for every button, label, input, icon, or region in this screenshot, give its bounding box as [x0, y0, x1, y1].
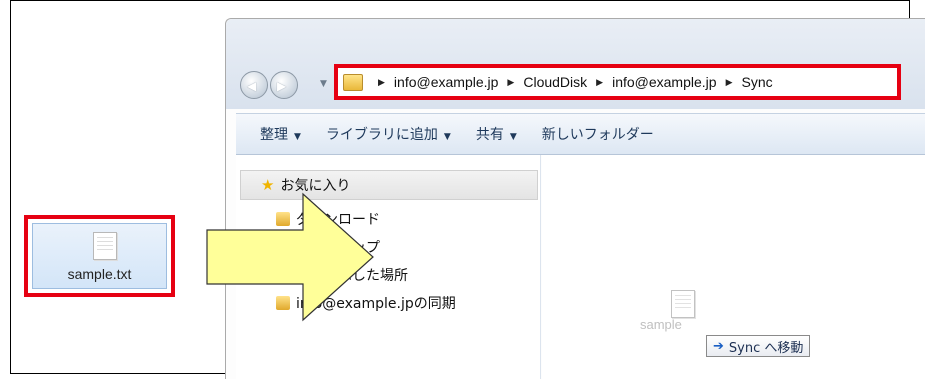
history-dropdown-icon[interactable]: ▼: [320, 79, 327, 89]
chevron-down-icon: ▼: [294, 132, 301, 142]
arrow-right-icon: ➔: [713, 338, 724, 354]
breadcrumb-separator-icon[interactable]: ▶: [596, 77, 603, 88]
desktop-file[interactable]: sample.txt: [24, 215, 175, 297]
desktop-file-selection: sample.txt: [32, 223, 167, 289]
breadcrumb-separator-icon[interactable]: ▶: [378, 77, 385, 88]
dragged-file-label: sample: [640, 317, 682, 332]
drag-direction-arrow-icon: [206, 192, 374, 322]
breadcrumb-item[interactable]: CloudDisk: [523, 74, 587, 90]
breadcrumb-separator-icon[interactable]: ▶: [507, 77, 514, 88]
chevron-down-icon: ▼: [443, 132, 451, 142]
move-to-sync-tooltip: ➔ Sync へ移動: [706, 335, 811, 357]
window-titlebar: ◀ ▶ ▼ ▶ info@example.jp ▶ CloudDisk ▶ in…: [226, 19, 925, 109]
breadcrumb-item[interactable]: info@example.jp: [612, 74, 717, 90]
desktop-file-label: sample.txt: [67, 266, 132, 282]
back-arrow-icon: ◀: [247, 79, 257, 93]
chevron-down-icon: ▼: [509, 132, 517, 142]
share-menu[interactable]: 共有 ▼: [476, 124, 517, 144]
breadcrumb-item[interactable]: info@example.jp: [394, 74, 499, 90]
dragged-file-icon: [671, 290, 695, 318]
breadcrumb-separator-icon[interactable]: ▶: [726, 77, 733, 88]
address-bar[interactable]: ▶ info@example.jp ▶ CloudDisk ▶ info@exa…: [334, 64, 901, 100]
breadcrumb-item[interactable]: Sync: [742, 74, 773, 90]
organize-menu[interactable]: 整理 ▼: [260, 124, 301, 144]
back-button[interactable]: ◀: [240, 71, 268, 99]
forward-button[interactable]: ▶: [270, 71, 298, 99]
new-folder-button[interactable]: 新しいフォルダー: [542, 124, 654, 144]
command-toolbar: 整理 ▼ ライブラリに追加 ▼ 共有 ▼ 新しいフォルダー: [236, 113, 925, 155]
folder-icon: [343, 73, 363, 91]
add-to-library-menu[interactable]: ライブラリに追加 ▼: [326, 124, 451, 144]
forward-arrow-icon: ▶: [277, 79, 287, 93]
text-file-icon: [93, 232, 117, 260]
tooltip-label: Sync へ移動: [728, 340, 804, 356]
